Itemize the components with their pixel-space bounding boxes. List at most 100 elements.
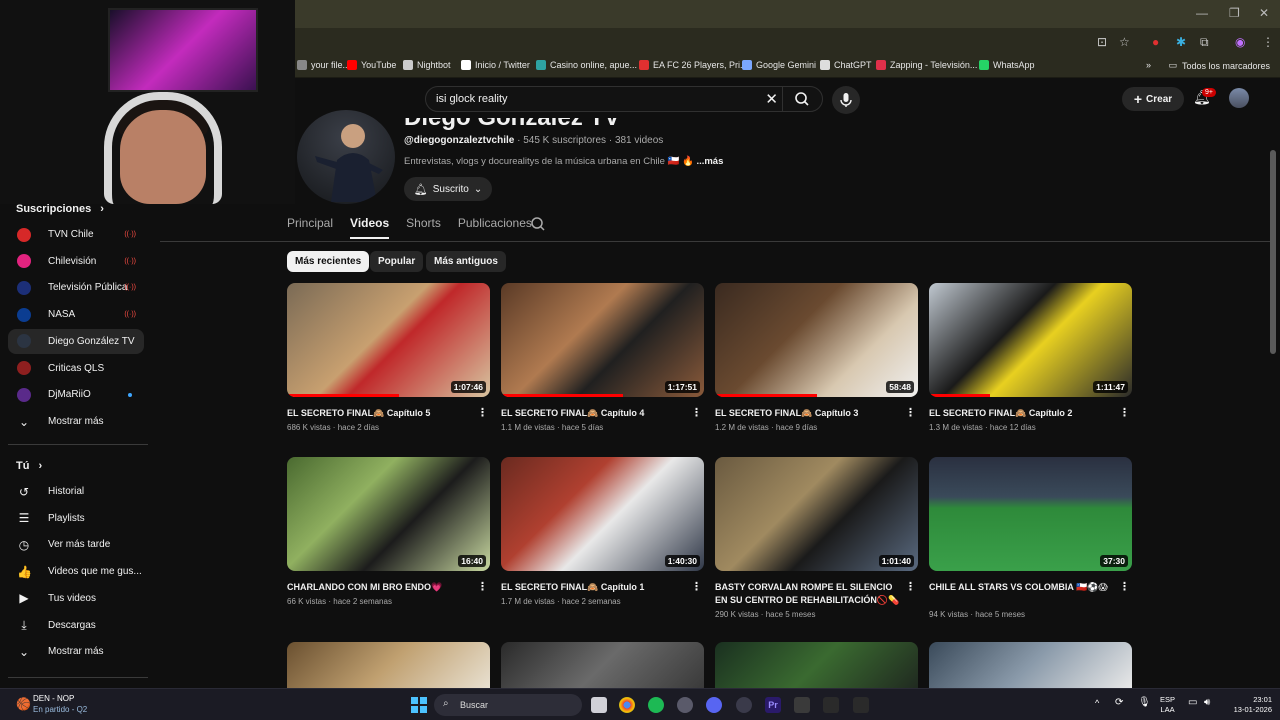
- extension-record-icon[interactable]: ●: [1152, 35, 1159, 49]
- premiere-icon[interactable]: Pr: [765, 697, 781, 713]
- video-menu-icon[interactable]: ⋮: [905, 580, 916, 593]
- bookmark-0[interactable]: your file...: [297, 60, 350, 70]
- video-card[interactable]: 37:30 CHILE ALL STARS VS COLOMBIA 🇨🇱⚽😱 94 …: [929, 457, 1132, 619]
- bookmarks-overflow[interactable]: »: [1146, 60, 1151, 70]
- volume-icon[interactable]: 🔊︎: [1204, 697, 1210, 708]
- sidebar-subscription-item[interactable]: DjMaRiiO: [8, 382, 144, 407]
- sidebar-item-download[interactable]: ⤓ Descargas: [8, 613, 144, 638]
- tray-chevron-icon[interactable]: ^: [1095, 698, 1099, 708]
- clear-search-icon[interactable]: ✕: [765, 90, 778, 108]
- video-thumbnail[interactable]: 37:30: [929, 457, 1132, 571]
- account-avatar[interactable]: [1229, 88, 1249, 108]
- video-thumbnail[interactable]: 58:48: [715, 283, 918, 397]
- bookmark-5[interactable]: EA FC 26 Players, Pri...: [639, 60, 748, 70]
- video-menu-icon[interactable]: ⋮: [477, 580, 488, 593]
- video-thumbnail[interactable]: 1:01:40: [715, 457, 918, 571]
- sidebar-item-history[interactable]: ↺ Historial: [8, 479, 144, 504]
- video-title[interactable]: EL SECRETO FINAL🙈 Capítulo 4: [501, 407, 687, 420]
- install-app-icon[interactable]: ⊡: [1097, 35, 1107, 49]
- profile-icon[interactable]: ◉: [1235, 35, 1245, 49]
- extension-translate-icon[interactable]: ✱: [1176, 35, 1186, 49]
- app-icon-5[interactable]: [853, 697, 869, 713]
- sidebar-item-play-square[interactable]: ▶ Tus videos: [8, 586, 144, 611]
- video-card[interactable]: 1:07:46 EL SECRETO FINAL🙈 Capítulo 5 686 K…: [287, 283, 490, 432]
- tab-shorts[interactable]: Shorts: [406, 216, 441, 239]
- video-menu-icon[interactable]: ⋮: [905, 406, 916, 419]
- bookmark-2[interactable]: Nightbot: [403, 60, 451, 70]
- video-card[interactable]: 1:17:51 EL SECRETO FINAL🙈 Capítulo 4 1.1 M…: [501, 283, 704, 432]
- video-thumbnail[interactable]: [715, 642, 918, 688]
- video-card[interactable]: 58:48 EL SECRETO FINAL🙈 Capítulo 3 1.2 M d…: [715, 283, 918, 432]
- language-indicator[interactable]: ESP LAA: [1160, 695, 1175, 715]
- bookmark-6[interactable]: Google Gemini: [742, 60, 816, 70]
- video-menu-icon[interactable]: ⋮: [477, 406, 488, 419]
- more-link[interactable]: ...más: [696, 156, 723, 167]
- discord-icon[interactable]: [706, 697, 722, 713]
- sidebar-item-chevron-down[interactable]: ⌄ Mostrar más: [8, 639, 144, 664]
- video-title[interactable]: EL SECRETO FINAL🙈 Capítulo 1: [501, 581, 687, 594]
- video-thumbnail[interactable]: [929, 642, 1132, 688]
- sync-icon[interactable]: ⟳: [1115, 697, 1123, 708]
- chip-popular[interactable]: Popular: [370, 251, 424, 272]
- bookmark-7[interactable]: ChatGPT: [820, 60, 872, 70]
- sidebar-item-playlists[interactable]: ☰ Playlists: [8, 506, 144, 531]
- voice-search-button[interactable]: [832, 86, 860, 114]
- bookmark-9[interactable]: WhatsApp: [979, 60, 1035, 70]
- video-card[interactable]: 1:40:30 EL SECRETO FINAL🙈 Capítulo 1 1.7 M…: [501, 457, 704, 606]
- spotify-icon[interactable]: [648, 697, 664, 713]
- channel-search-icon[interactable]: [530, 216, 546, 235]
- all-bookmarks[interactable]: ▭ Todos los marcadores: [1168, 60, 1270, 71]
- search-query[interactable]: isi glock reality: [436, 93, 508, 105]
- subscribed-button[interactable]: 🔔︎ Suscrito ⌄: [404, 177, 492, 201]
- app-icon-4[interactable]: [823, 697, 839, 713]
- star-icon[interactable]: ☆: [1119, 35, 1130, 49]
- sidebar-item-thumbs-up[interactable]: 👍 Videos que me gus...: [8, 559, 144, 584]
- network-icon[interactable]: ▭: [1188, 697, 1197, 708]
- sidebar-subscription-item[interactable]: Criticas QLS: [8, 356, 144, 381]
- app-icon-2[interactable]: [736, 697, 752, 713]
- video-card[interactable]: 1:01:40 BASTY CORVALAN ROMPE EL SILENCIO …: [715, 457, 918, 619]
- start-icon[interactable]: [411, 697, 427, 718]
- video-thumbnail[interactable]: [287, 642, 490, 688]
- close-window-icon[interactable]: ✕: [1259, 6, 1269, 20]
- search-button[interactable]: [782, 87, 822, 111]
- video-thumbnail[interactable]: 1:07:46: [287, 283, 490, 397]
- sidebar-subscription-item[interactable]: Diego González TV: [8, 328, 144, 354]
- subscriptions-show-more[interactable]: ⌄ Mostrar más: [8, 409, 144, 434]
- video-menu-icon[interactable]: ⋮: [691, 580, 702, 593]
- minimize-icon[interactable]: —: [1196, 6, 1208, 20]
- video-thumbnail[interactable]: 1:40:30: [501, 457, 704, 571]
- video-menu-icon[interactable]: ⋮: [1119, 580, 1130, 593]
- bookmark-3[interactable]: Inicio / Twitter: [461, 60, 530, 70]
- video-title[interactable]: EL SECRETO FINAL🙈 Capítulo 3: [715, 407, 901, 420]
- video-title[interactable]: CHARLANDO CON MI BRO ENDO💗: [287, 581, 473, 594]
- video-menu-icon[interactable]: ⋮: [1119, 406, 1130, 419]
- widget-line1[interactable]: DEN - NOP: [33, 694, 74, 703]
- video-title[interactable]: EL SECRETO FINAL🙈 Capítulo 5: [287, 407, 473, 420]
- browser-menu-icon[interactable]: ⋮: [1262, 35, 1274, 49]
- extensions-puzzle-icon[interactable]: ⧉: [1200, 35, 1209, 50]
- video-thumbnail[interactable]: 1:11:47: [929, 283, 1132, 397]
- taskbar-search[interactable]: ⌕ Buscar: [434, 694, 582, 716]
- create-button[interactable]: + Crear: [1122, 87, 1184, 111]
- video-menu-icon[interactable]: ⋮: [691, 406, 702, 419]
- video-card[interactable]: 16:40 CHARLANDO CON MI BRO ENDO💗 66 K vist…: [287, 457, 490, 606]
- app-icon-3[interactable]: [794, 697, 810, 713]
- mic-tray-icon[interactable]: 🎙︎: [1138, 697, 1151, 708]
- bookmark-4[interactable]: Casino online, apue...: [536, 60, 637, 70]
- maximize-icon[interactable]: ❐: [1229, 6, 1240, 20]
- sidebar-subscription-item[interactable]: TVN Chile ((·)): [8, 222, 144, 247]
- sidebar-subscription-item[interactable]: Televisión Pública ((·)): [8, 275, 144, 300]
- channel-avatar[interactable]: [297, 110, 395, 204]
- chrome-icon[interactable]: [619, 697, 635, 713]
- page-scrollbar[interactable]: [1270, 150, 1276, 354]
- video-title[interactable]: CHILE ALL STARS VS COLOMBIA 🇨🇱⚽😱: [929, 581, 1115, 594]
- task-view-icon[interactable]: [591, 697, 607, 713]
- bookmark-1[interactable]: YouTube: [347, 60, 396, 70]
- you-header[interactable]: Tú ›: [16, 460, 42, 472]
- sidebar-subscription-item[interactable]: Chilevisión ((·)): [8, 249, 144, 274]
- sports-widget-icon[interactable]: 🏀: [16, 697, 31, 711]
- clock[interactable]: 23:01 13-01-2026: [1226, 695, 1272, 715]
- bookmark-8[interactable]: Zapping - Televisión...: [876, 60, 977, 70]
- video-thumbnail[interactable]: [501, 642, 704, 688]
